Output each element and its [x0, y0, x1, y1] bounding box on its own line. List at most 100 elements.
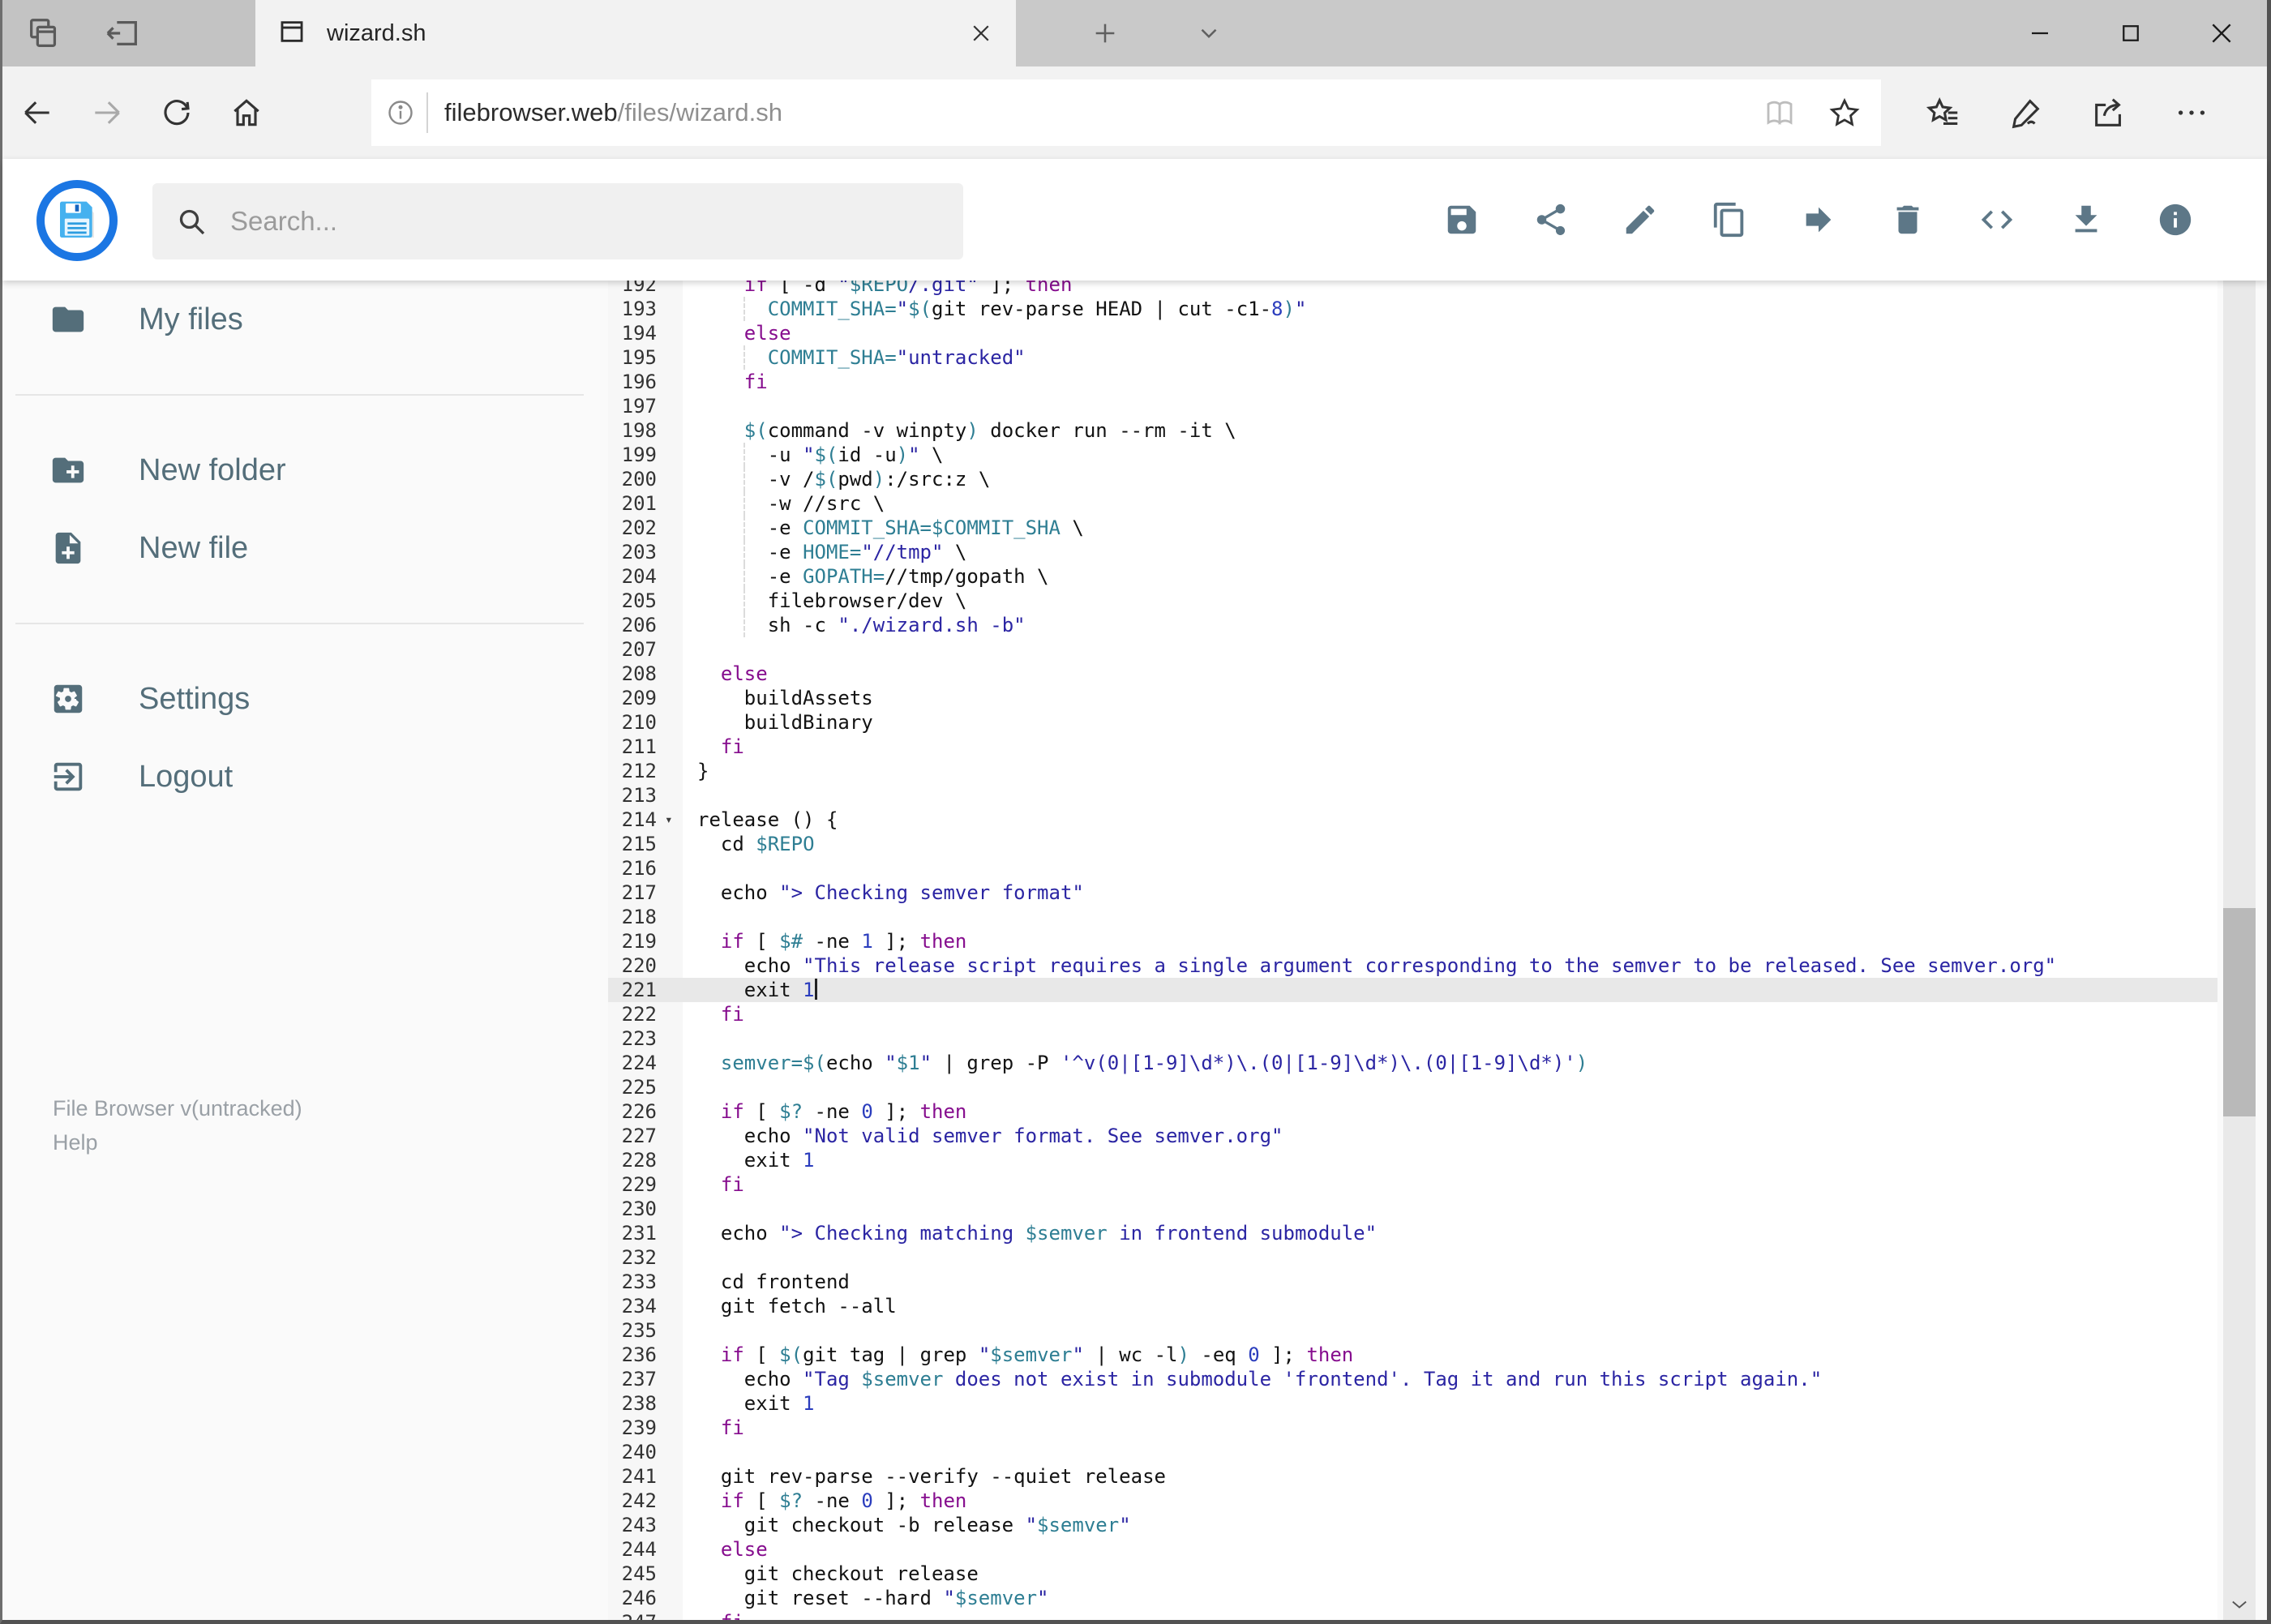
code-row[interactable]: 195 COMMIT_SHA="untracked": [608, 345, 2217, 370]
code-row[interactable]: 206 sh -c "./wizard.sh -b": [608, 613, 2217, 637]
help-link[interactable]: Help: [53, 1125, 302, 1159]
back-button[interactable]: [2, 76, 72, 149]
sidebar-item-new-file[interactable]: New file: [2, 509, 608, 587]
code-row[interactable]: 220 echo "This release script requires a…: [608, 953, 2217, 978]
download-button[interactable]: [2067, 201, 2105, 238]
tabs-you-set-aside-icon[interactable]: [25, 15, 62, 52]
code-row[interactable]: 223: [608, 1026, 2217, 1051]
site-info-icon[interactable]: [386, 98, 415, 127]
code-button[interactable]: [1978, 201, 2016, 238]
code-row[interactable]: 211 fi: [608, 735, 2217, 759]
code-row[interactable]: 193 COMMIT_SHA="$(git rev-parse HEAD | c…: [608, 297, 2217, 321]
search-box[interactable]: [152, 183, 963, 259]
code-row[interactable]: 214 ▾ release () {: [608, 808, 2217, 832]
code-row[interactable]: 202 -e COMMIT_SHA=$COMMIT_SHA \: [608, 516, 2217, 540]
sidebar-item-my-files[interactable]: My files: [2, 281, 608, 358]
refresh-button[interactable]: [142, 76, 212, 149]
tab-preview-chevron-icon[interactable]: [1178, 11, 1240, 55]
reading-view-icon[interactable]: [1763, 96, 1797, 130]
code-row[interactable]: 204 -e GOPATH=//tmp/gopath \: [608, 564, 2217, 589]
share-button[interactable]: [1532, 201, 1570, 238]
code-row[interactable]: 209 buildAssets: [608, 686, 2217, 710]
code-row[interactable]: 237 echo "Tag $semver does not exist in …: [608, 1367, 2217, 1391]
code-row[interactable]: 226 if [ $? -ne 0 ]; then: [608, 1099, 2217, 1124]
code-row[interactable]: 245 git checkout release: [608, 1562, 2217, 1586]
code-row[interactable]: 225: [608, 1075, 2217, 1099]
browser-tab[interactable]: wizard.sh: [255, 0, 1016, 66]
code-row[interactable]: 247 fi: [608, 1610, 2217, 1620]
set-tabs-aside-icon[interactable]: [105, 15, 142, 52]
minimize-button[interactable]: [1995, 0, 2085, 66]
code-row[interactable]: 236 if [ $(git tag | grep "$semver" | wc…: [608, 1343, 2217, 1367]
code-row[interactable]: 197: [608, 394, 2217, 418]
code-row[interactable]: 198 $(command -v winpty) docker run --rm…: [608, 418, 2217, 443]
code-row[interactable]: 215 cd $REPO: [608, 832, 2217, 856]
code-row[interactable]: 241 git rev-parse --verify --quiet relea…: [608, 1464, 2217, 1489]
code-row[interactable]: 217 echo "> Checking semver format": [608, 881, 2217, 905]
code-row[interactable]: 232: [608, 1245, 2217, 1270]
code-row[interactable]: 240: [608, 1440, 2217, 1464]
code-row[interactable]: 208 else: [608, 662, 2217, 686]
info-button[interactable]: [2157, 201, 2194, 238]
scroll-down-arrow-icon[interactable]: [2223, 1589, 2256, 1620]
code-row[interactable]: 200 -v /$(pwd):/src:z \: [608, 467, 2217, 491]
code-row[interactable]: 212}: [608, 759, 2217, 783]
fold-marker-icon[interactable]: ▾: [663, 808, 683, 832]
code-row[interactable]: 213: [608, 783, 2217, 808]
more-actions-icon[interactable]: [2173, 94, 2210, 131]
sidebar-item-new-folder[interactable]: New folder: [2, 431, 608, 509]
delete-button[interactable]: [1889, 201, 1926, 238]
code-row[interactable]: 228 exit 1: [608, 1148, 2217, 1172]
annotate-pen-icon[interactable]: [2007, 94, 2045, 131]
code-row[interactable]: 199 -u "$(id -u)" \: [608, 443, 2217, 467]
edit-button[interactable]: [1622, 201, 1659, 238]
search-input[interactable]: [229, 205, 955, 238]
page-scrollbar[interactable]: [2223, 159, 2256, 1620]
code-row[interactable]: 210 buildBinary: [608, 710, 2217, 735]
code-row[interactable]: 194 else: [608, 321, 2217, 345]
add-favorite-star-icon[interactable]: [1828, 96, 1862, 130]
hub-favorites-icon[interactable]: [1925, 94, 1962, 131]
sidebar-item-settings[interactable]: Settings: [2, 660, 608, 738]
url-box[interactable]: filebrowser.web/files/wizard.sh: [371, 79, 1881, 146]
share-icon[interactable]: [2090, 94, 2127, 131]
code-row[interactable]: 201 -w //src \: [608, 491, 2217, 516]
save-button[interactable]: [1443, 201, 1480, 238]
code-row[interactable]: 192 if [ -d "$REPO/.git" ]; then: [608, 281, 2217, 297]
code-row[interactable]: 244 else: [608, 1537, 2217, 1562]
code-row[interactable]: 221 exit 1: [608, 978, 2217, 1002]
code-row[interactable]: 219 if [ $# -ne 1 ]; then: [608, 929, 2217, 953]
close-button[interactable]: [2176, 0, 2267, 66]
code-row[interactable]: 218: [608, 905, 2217, 929]
code-row[interactable]: 238 exit 1: [608, 1391, 2217, 1416]
code-row[interactable]: 234 git fetch --all: [608, 1294, 2217, 1318]
code-row[interactable]: 205 filebrowser/dev \: [608, 589, 2217, 613]
code-row[interactable]: 233 cd frontend: [608, 1270, 2217, 1294]
code-editor[interactable]: 192 if [ -d "$REPO/.git" ]; then 193 COMM…: [608, 281, 2217, 1620]
code-row[interactable]: 239 fi: [608, 1416, 2217, 1440]
tab-close-icon[interactable]: [969, 21, 993, 45]
code-row[interactable]: 242 if [ $? -ne 0 ]; then: [608, 1489, 2217, 1513]
code-row[interactable]: 230: [608, 1197, 2217, 1221]
code-row[interactable]: 224 semver=$(echo "$1" | grep -P '^v(0|[…: [608, 1051, 2217, 1075]
code-row[interactable]: 229 fi: [608, 1172, 2217, 1197]
code-row[interactable]: 235: [608, 1318, 2217, 1343]
code-row[interactable]: 227 echo "Not valid semver format. See s…: [608, 1124, 2217, 1148]
code-row[interactable]: 216: [608, 856, 2217, 881]
code-row[interactable]: 222 fi: [608, 1002, 2217, 1026]
code-row[interactable]: 203 -e HOME="//tmp" \: [608, 540, 2217, 564]
scrollbar-thumb[interactable]: [2223, 908, 2256, 1116]
home-button[interactable]: [212, 76, 281, 149]
code-row[interactable]: 196 fi: [608, 370, 2217, 394]
new-tab-button[interactable]: [1074, 11, 1136, 55]
copy-button[interactable]: [1711, 201, 1748, 238]
code-row[interactable]: 231 echo "> Checking matching $semver in…: [608, 1221, 2217, 1245]
code-row[interactable]: 243 git checkout -b release "$semver": [608, 1513, 2217, 1537]
code-row[interactable]: 207: [608, 637, 2217, 662]
filebrowser-logo[interactable]: [36, 180, 118, 261]
move-button[interactable]: [1800, 201, 1837, 238]
sidebar-item-logout[interactable]: Logout: [2, 738, 608, 816]
code-row[interactable]: 246 git reset --hard "$semver": [608, 1586, 2217, 1610]
forward-button[interactable]: [72, 76, 142, 149]
maximize-button[interactable]: [2085, 0, 2176, 66]
